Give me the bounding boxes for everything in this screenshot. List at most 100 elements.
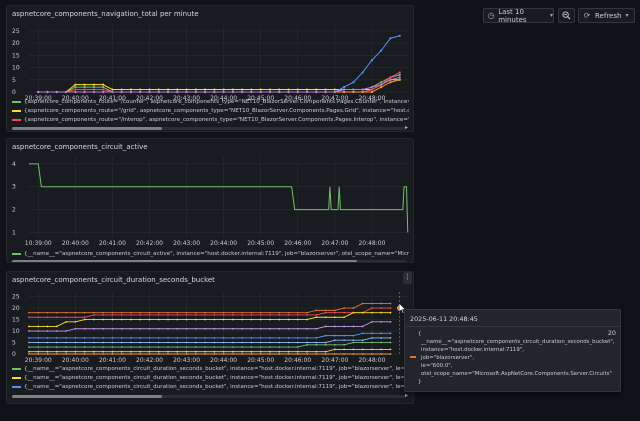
y-tick-label: 3 (12, 184, 16, 191)
scroll-right-icon[interactable]: ▸ (405, 392, 408, 399)
data-point (232, 337, 234, 339)
data-point (55, 316, 58, 319)
data-point (92, 86, 95, 89)
legend-horizontal-scrollbar[interactable]: ▸ (12, 124, 408, 131)
panel-circuit-active[interactable]: aspnetcore_components_circuit_active 1 2 3… (6, 138, 414, 263)
legend-item[interactable]: {__name__="aspnetcore_components_circuit… (12, 373, 409, 382)
legend-horizontal-scrollbar[interactable]: ▸ (12, 392, 408, 399)
zoom-out-button[interactable] (558, 8, 575, 23)
legend-item[interactable]: {__name__="aspnetcore_components_circuit… (12, 364, 409, 373)
data-point (352, 88, 355, 91)
data-point (185, 314, 188, 316)
legend-item[interactable]: {aspnetcore_components_route="/counter",… (12, 97, 409, 106)
data-point (259, 350, 262, 353)
data-point (157, 311, 160, 314)
y-tick-label: 0 (12, 351, 16, 358)
x-tick-label: 20:41:00 (99, 240, 126, 247)
data-point (333, 334, 336, 337)
refresh-button[interactable]: ⟳ Refresh ▾ (578, 8, 635, 23)
data-point (102, 88, 105, 91)
data-point (296, 318, 299, 321)
data-point (37, 90, 40, 94)
scrollbar-thumb[interactable] (12, 395, 162, 398)
data-point (46, 311, 49, 314)
legend-item-label: {__name__="aspnetcore_components_circuit… (24, 383, 409, 390)
panel-navigation-total[interactable]: aspnetcore_components_navigation_total p… (6, 5, 414, 132)
data-point (65, 337, 67, 339)
data-point (203, 88, 207, 91)
data-point (92, 88, 95, 91)
navigation-total-chart[interactable]: 051015202520:39:00 20:40:00 20:41:00 20:42:… (7, 22, 414, 108)
tooltip-line: job="blazorserver", (421, 355, 475, 361)
legend-item[interactable]: {aspnetcore_components_route="/grid", as… (12, 106, 409, 115)
scrollbar-thumb[interactable] (12, 127, 162, 130)
tooltip-line: le="600.0", (421, 363, 453, 369)
chevron-down-icon: ▾ (625, 12, 629, 19)
data-point (259, 341, 262, 344)
legend-item-label: {aspnetcore_components_route="/grid", as… (24, 107, 409, 114)
data-point (250, 314, 253, 316)
data-point (65, 350, 67, 353)
data-point (250, 346, 253, 349)
data-point (130, 327, 132, 330)
data-point (28, 350, 30, 353)
data-point (269, 353, 271, 355)
scroll-right-icon[interactable]: ▸ (405, 124, 408, 131)
data-point (157, 314, 160, 316)
data-point (102, 353, 105, 355)
data-point (296, 341, 299, 344)
tooltip-line: } (418, 379, 422, 385)
data-point (361, 88, 364, 91)
data-point (130, 350, 132, 353)
data-point (130, 318, 132, 321)
data-point (185, 318, 188, 321)
data-point (380, 341, 383, 344)
legend-swatch (12, 118, 21, 121)
legend-swatch (12, 252, 21, 255)
data-point (130, 311, 132, 314)
data-point (389, 348, 392, 351)
data-point (370, 59, 374, 62)
data-point (389, 81, 392, 84)
data-point (37, 325, 40, 328)
legend-horizontal-scrollbar[interactable] (12, 260, 406, 262)
x-tick-label: 10:39:00 (25, 240, 52, 247)
data-point (250, 353, 253, 355)
data-point (157, 88, 160, 91)
data-point (185, 337, 188, 339)
data-point (389, 78, 392, 81)
time-range-picker[interactable]: ◷ Last 10 minutes ▾ (483, 8, 554, 24)
data-point (380, 311, 383, 314)
data-point (92, 346, 95, 349)
data-point (120, 311, 123, 314)
data-point (120, 341, 123, 344)
data-point (278, 341, 281, 344)
tooltip-value: 20 (607, 329, 616, 337)
data-point (361, 311, 364, 314)
data-point (222, 327, 225, 330)
data-point (222, 88, 225, 91)
data-point (37, 330, 40, 332)
data-point (315, 350, 318, 353)
data-point (324, 353, 327, 355)
legend-swatch (12, 367, 21, 370)
panel-circuit-duration-bucket[interactable]: aspnetcore_components_circuit_duration_s… (6, 271, 414, 404)
data-point (380, 332, 383, 335)
data-point (333, 88, 336, 91)
circuit-active-chart[interactable]: 1 2 3 4 10:39:00 20:40:00 20:41:00 20:42:00 20:4… (7, 153, 414, 248)
legend-item[interactable]: {__name__="aspnetcore_components_circuit… (12, 382, 409, 391)
data-point (148, 314, 151, 316)
data-point (46, 341, 49, 344)
data-point (278, 311, 281, 314)
legend-item[interactable]: {aspnetcore_components_route="/interop",… (12, 115, 409, 124)
legend-swatch (12, 385, 21, 388)
circuit-duration-chart[interactable]: 0 5 10 15 20 25 20:39:00 20:40:00 20:41:00 20:42:… (7, 288, 414, 365)
data-point (74, 88, 77, 91)
scrollbar-thumb[interactable] (12, 260, 357, 262)
data-point (167, 337, 169, 339)
legend-item[interactable]: {__name__="aspnetcore_components_circuit… (12, 249, 409, 258)
panel-menu-button[interactable]: ⋮ (403, 272, 412, 284)
data-point (361, 90, 364, 94)
data-point (28, 330, 30, 332)
data-point (241, 311, 244, 314)
